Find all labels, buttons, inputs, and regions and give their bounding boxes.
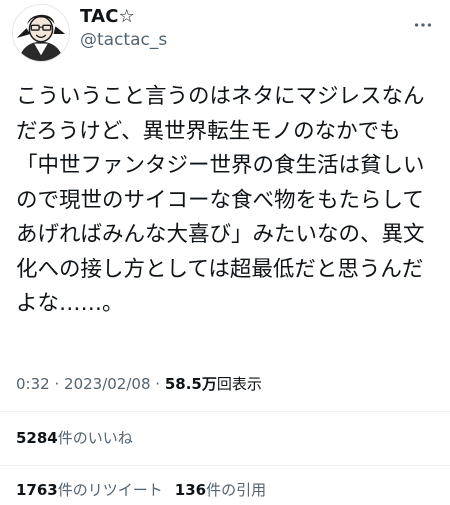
meta-separator: · — [54, 375, 60, 393]
retweets-label: 件のリツイート — [57, 481, 163, 499]
meta-separator-2: · — [155, 375, 161, 393]
retweet-quote-stats: 1763件のリツイート 136件の引用 — [16, 479, 266, 500]
avatar[interactable] — [12, 4, 70, 62]
likes-label: 件のいいね — [57, 429, 133, 447]
user-handle[interactable]: @tactac_s — [80, 30, 167, 50]
divider — [0, 465, 450, 466]
tweet-header: TAC☆ @tactac_s — [0, 0, 450, 70]
views-label: 回表示 — [216, 375, 262, 393]
avatar-icon — [13, 5, 69, 61]
more-icon[interactable] — [410, 12, 436, 38]
quotes-label: 件の引用 — [206, 481, 267, 499]
tweet-date[interactable]: 2023/02/08 — [64, 375, 150, 393]
tweet-meta: 0:32 · 2023/02/08 · 58.5万回表示 — [16, 373, 262, 394]
display-name[interactable]: TAC☆ — [80, 6, 135, 27]
divider — [0, 411, 450, 412]
tweet-text: こういうこと言うのはネタにマジレスなんだろうけど、異世界転生モノのなかでも「中世… — [16, 84, 425, 316]
retweets-count: 1763 — [16, 481, 58, 499]
quotes-count: 136 — [174, 481, 207, 499]
quotes-stat[interactable]: 136件の引用 — [175, 481, 266, 499]
likes-count: 5284 — [16, 429, 58, 447]
tweet-time[interactable]: 0:32 — [16, 375, 50, 393]
views-count: 58.5万 — [164, 375, 217, 393]
retweets-stat[interactable]: 1763件のリツイート — [16, 481, 163, 499]
likes-stat[interactable]: 5284件のいいね — [16, 427, 133, 448]
